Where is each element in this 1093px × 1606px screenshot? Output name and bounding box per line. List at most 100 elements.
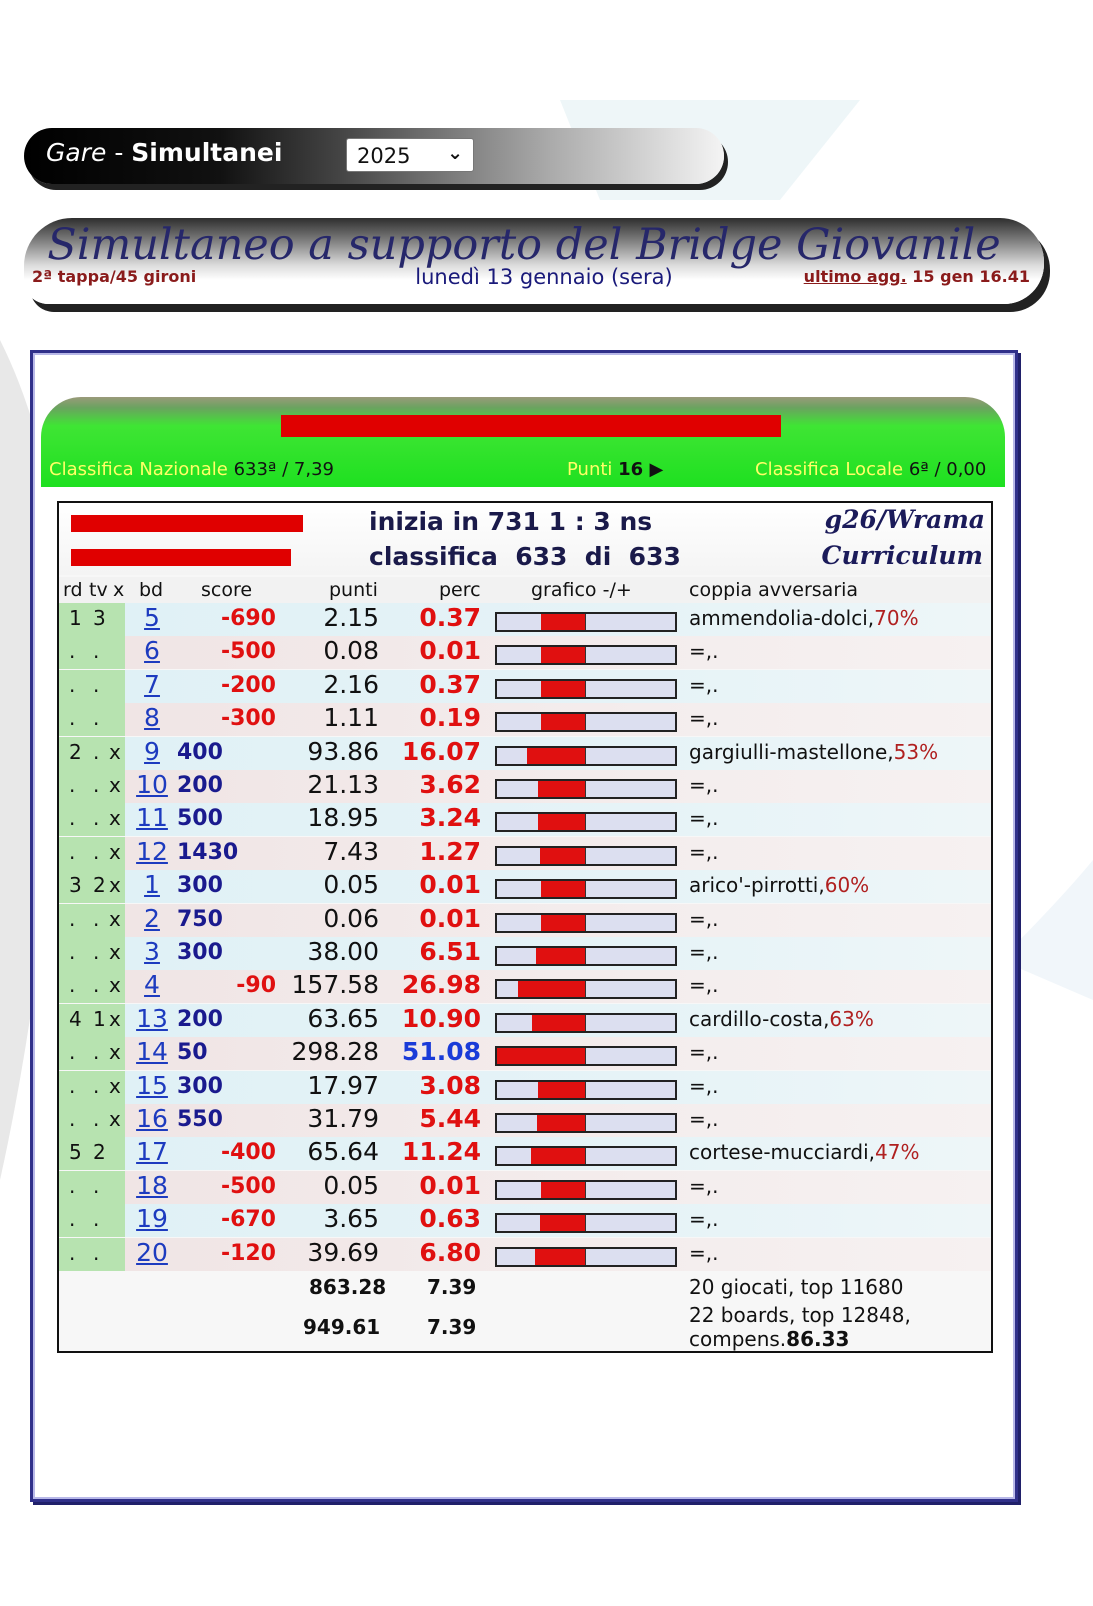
- score-bar: [495, 1146, 677, 1167]
- score-bar: [495, 712, 677, 733]
- score-bar-fill: [536, 1115, 585, 1131]
- table-row: .. x 11 500 18.95 3.24 =,.: [59, 803, 991, 837]
- points[interactable]: Punti 16 ▶: [567, 459, 663, 480]
- col-score: score: [201, 579, 253, 601]
- round-number: .: [69, 1107, 76, 1131]
- round-number: 3: [69, 873, 82, 898]
- player-id-link[interactable]: g26/Wrama: [825, 505, 985, 534]
- opponent-names: arico'-pirrotti,: [689, 873, 825, 898]
- round-number: .: [69, 839, 76, 864]
- punti: 0.05: [323, 1170, 379, 1200]
- board-link[interactable]: 15: [136, 1071, 168, 1100]
- perc: 1.27: [419, 836, 481, 866]
- x-marker: x: [109, 940, 121, 964]
- score-bar-fill: [540, 847, 585, 864]
- score: -300: [220, 706, 276, 732]
- board-link[interactable]: 19: [136, 1204, 168, 1233]
- punti: 3.65: [323, 1204, 379, 1234]
- board-link[interactable]: 1: [136, 870, 168, 899]
- punti: 2.16: [323, 669, 379, 699]
- score-bar: [495, 745, 677, 766]
- col-perc: perc: [439, 579, 481, 601]
- score-bar: [495, 1179, 677, 1200]
- perc: 6.51: [419, 937, 481, 966]
- opponent-names: =,.: [689, 1073, 719, 1098]
- board-link[interactable]: 5: [136, 603, 168, 632]
- board-link[interactable]: 7: [136, 670, 168, 699]
- table-row: .. x 16 550 31.79 5.44 =,.: [59, 1104, 991, 1137]
- x-marker: x: [109, 1073, 121, 1098]
- x-marker: x: [109, 739, 121, 764]
- table-number: .: [93, 1240, 100, 1265]
- table-number: .: [93, 773, 100, 797]
- board-link[interactable]: 9: [136, 737, 168, 766]
- x-marker: x: [109, 1107, 121, 1131]
- year-select[interactable]: 2025 ⌄: [346, 138, 474, 172]
- board-link[interactable]: 10: [136, 770, 168, 799]
- col-bd: bd: [139, 579, 164, 601]
- score-bar-midline: [585, 680, 586, 697]
- total-punti: 863.28: [309, 1275, 387, 1299]
- board-link[interactable]: 3: [136, 937, 168, 966]
- x-marker: x: [109, 806, 121, 831]
- score-bar-midline: [585, 1148, 586, 1165]
- punti: 2.15: [323, 603, 379, 632]
- board-link[interactable]: 20: [136, 1238, 168, 1267]
- opponent-percent: 60%: [824, 873, 870, 898]
- total-perc-compensated: 7.39: [427, 1315, 477, 1339]
- opponent-pair: =,.: [689, 1174, 718, 1198]
- curriculum-link[interactable]: Curriculum: [822, 541, 983, 570]
- points-value: 16 ▶: [618, 459, 664, 480]
- perc: 0.37: [419, 603, 481, 632]
- opponent-names: =,.: [689, 1040, 719, 1065]
- board-link[interactable]: 13: [136, 1004, 168, 1033]
- board-link[interactable]: 11: [136, 803, 168, 832]
- score-bar-fill: [541, 914, 585, 931]
- score-bar-midline: [585, 1215, 586, 1232]
- board-link[interactable]: 8: [136, 703, 168, 732]
- table-number: .: [93, 906, 100, 931]
- punti: 31.79: [307, 1104, 379, 1133]
- board-link[interactable]: 2: [136, 904, 168, 933]
- col-grafico: grafico -/+: [531, 579, 632, 601]
- score-bar-midline: [585, 614, 586, 630]
- perc: 51.08: [401, 1037, 481, 1067]
- board-link[interactable]: 17: [136, 1137, 168, 1166]
- perc: 0.19: [419, 703, 481, 733]
- opponent-names: =,.: [689, 1207, 719, 1232]
- score: -500: [220, 639, 276, 665]
- opponent-percent: 63%: [829, 1006, 874, 1031]
- score: -90: [236, 973, 276, 999]
- x-marker: x: [109, 839, 121, 864]
- round-number: .: [69, 672, 76, 697]
- score-bar: [495, 678, 677, 699]
- perc: 6.80: [419, 1237, 481, 1267]
- board-link[interactable]: 4: [136, 970, 168, 999]
- opponent-names: =,.: [689, 973, 719, 998]
- local-ranking: Classifica Locale 6ª / 0,00: [755, 459, 986, 480]
- score-bar-fill: [541, 1181, 585, 1198]
- opponent-pair: =,.: [689, 806, 718, 830]
- table-number: .: [93, 706, 100, 731]
- boards-note: 22 boards, top 12848,: [689, 1303, 911, 1327]
- score: 300: [177, 940, 223, 965]
- opponent-pair: gargiulli-mastellone,53%: [689, 740, 938, 764]
- table-number: 2: [93, 1140, 106, 1165]
- opponent-names: =,.: [689, 639, 719, 664]
- round-number: .: [69, 940, 76, 964]
- table-row: .. 8 -300 1.11 0.19 =,.: [59, 703, 991, 737]
- board-link[interactable]: 14: [136, 1037, 168, 1066]
- board-link[interactable]: 18: [136, 1171, 168, 1200]
- score-bar-fill: [541, 881, 585, 898]
- score-bar: [495, 1213, 677, 1234]
- opponent-pair: =,.: [689, 940, 718, 964]
- table-row: .. x 14 50 298.28 51.08 =,.: [59, 1037, 991, 1071]
- redaction-bar: [281, 415, 781, 437]
- score-bar-fill: [526, 747, 585, 764]
- score: 300: [177, 873, 223, 899]
- score-bar-fill: [534, 1248, 585, 1265]
- board-link[interactable]: 12: [136, 837, 168, 866]
- board-link[interactable]: 6: [136, 636, 168, 665]
- board-link[interactable]: 16: [136, 1104, 168, 1133]
- last-update-label[interactable]: ultimo agg.: [804, 267, 907, 286]
